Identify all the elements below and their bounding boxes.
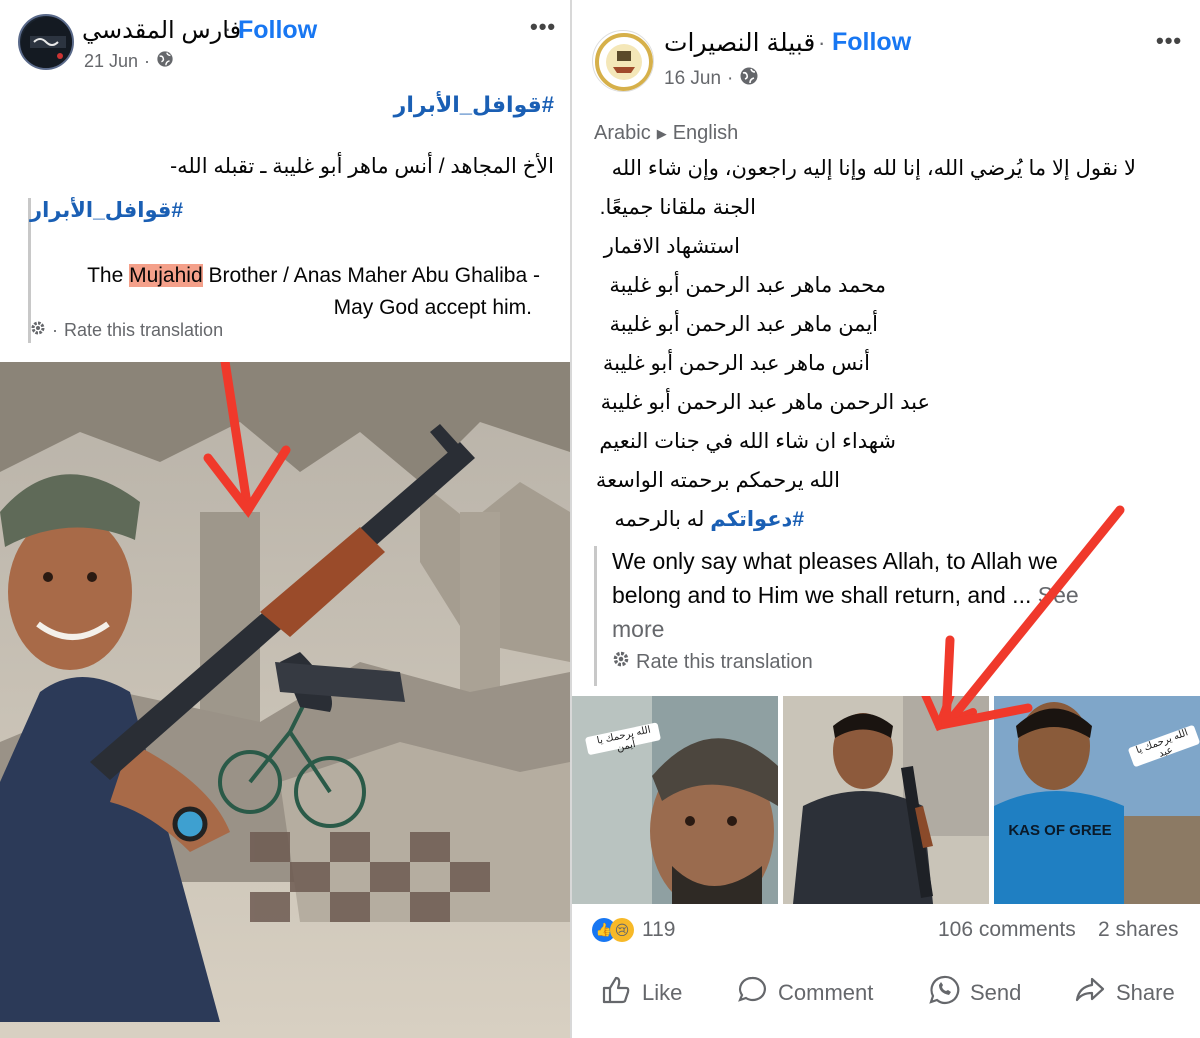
share-arrow-icon bbox=[1074, 974, 1106, 1012]
play-arrow-icon: ▶ bbox=[656, 125, 667, 141]
translation-text-pre: The bbox=[87, 264, 130, 287]
send-label[interactable]: Send bbox=[970, 980, 1021, 1006]
post-photo[interactable] bbox=[0, 362, 570, 1038]
post-line: محمد ماهر عبد الرحمن أبو غليبة bbox=[609, 274, 886, 297]
globe-icon bbox=[739, 66, 759, 92]
rate-translation-label[interactable]: Rate this translation bbox=[64, 320, 223, 341]
like-button[interactable]: Like bbox=[600, 974, 682, 1012]
sad-reaction-icon: 😢 bbox=[610, 918, 634, 942]
page-avatar[interactable] bbox=[592, 30, 654, 92]
post-line-last: #دعواتكم له بالرحمه bbox=[614, 507, 804, 532]
comment-button[interactable]: Comment bbox=[736, 974, 873, 1012]
gear-icon bbox=[30, 320, 46, 341]
like-label[interactable]: Like bbox=[642, 980, 682, 1006]
post-line: الله يرحمكم برحمته الواسعة bbox=[595, 469, 840, 492]
highlighted-word: Mujahid bbox=[129, 264, 203, 287]
see-more-link-cont[interactable]: more bbox=[612, 612, 1172, 646]
whatsapp-icon bbox=[928, 974, 960, 1012]
post-line: الجنة ملقانا جميعًا. bbox=[599, 196, 756, 219]
more-options-icon[interactable]: ••• bbox=[530, 14, 556, 40]
post-line: أيمن ماهر عبد الرحمن أبو غليبة bbox=[609, 313, 879, 336]
translation-line1: We only say what pleases Allah, to Allah… bbox=[612, 548, 1058, 574]
post-date[interactable]: 16 Jun bbox=[664, 68, 721, 90]
post-meta: 16 Jun · bbox=[664, 66, 759, 92]
thumbs-up-icon bbox=[600, 974, 632, 1012]
rate-translation[interactable]: Rate this translation bbox=[612, 650, 813, 674]
separator-dot: · bbox=[52, 320, 58, 340]
sweater-text: KAS OF GREE bbox=[1008, 822, 1112, 839]
separator-dot: · bbox=[727, 68, 734, 89]
send-button[interactable]: Send bbox=[928, 974, 1021, 1012]
gear-icon bbox=[612, 650, 630, 674]
more-options-icon[interactable]: ••• bbox=[1156, 28, 1182, 54]
post-date[interactable]: 21 Jun bbox=[84, 51, 138, 72]
post-meta: 21 Jun · bbox=[84, 50, 174, 73]
left-post: فارس المقدسي · Follow 21 Jun · ••• #قواف… bbox=[0, 0, 570, 1038]
shares-count[interactable]: 2 shares bbox=[1098, 918, 1179, 942]
translation-line2-wrap: belong and to Him we shall return, and .… bbox=[612, 578, 1172, 612]
reactions-summary[interactable]: 👍 😢 119 bbox=[592, 918, 675, 942]
post-line: استشهاد الاقمار bbox=[603, 235, 740, 258]
page-avatar[interactable] bbox=[18, 14, 74, 70]
follow-button[interactable]: Follow bbox=[832, 28, 911, 57]
right-post: قبيلة النصيرات · Follow 16 Jun · ••• Ara… bbox=[572, 0, 1200, 1038]
post-hashtag[interactable]: #دعواتكم bbox=[710, 508, 804, 531]
separator-dot: · bbox=[224, 16, 232, 41]
translation-line2: belong and to Him we shall return, and .… bbox=[612, 582, 1032, 608]
globe-icon bbox=[156, 50, 174, 73]
page-name[interactable]: قبيلة النصيرات bbox=[664, 28, 815, 58]
translation-bar bbox=[594, 546, 597, 686]
post-line: عبد الرحمن ماهر عبد الرحمن أبو غليبة bbox=[600, 391, 930, 414]
share-label[interactable]: Share bbox=[1116, 980, 1175, 1006]
language-toggle[interactable]: Arabic ▶ English bbox=[594, 122, 738, 145]
page-name[interactable]: فارس المقدسي bbox=[82, 16, 241, 45]
rate-translation-label[interactable]: Rate this translation bbox=[636, 651, 813, 674]
comment-icon bbox=[736, 974, 768, 1012]
lang-from[interactable]: Arabic bbox=[594, 122, 651, 145]
follow-button[interactable]: Follow bbox=[238, 16, 317, 45]
reaction-count[interactable]: 119 bbox=[642, 918, 675, 942]
lang-to[interactable]: English bbox=[673, 122, 739, 145]
post-line-last-text: له بالرحمه bbox=[614, 508, 711, 531]
rate-translation[interactable]: · Rate this translation bbox=[30, 320, 223, 341]
translation-text-post: Brother / Anas Maher Abu Ghaliba - bbox=[202, 264, 540, 287]
post-line: أنس ماهر عبد الرحمن أبو غليبة bbox=[602, 352, 870, 375]
post-photo-2[interactable] bbox=[783, 696, 989, 904]
comment-label[interactable]: Comment bbox=[778, 980, 873, 1006]
post-text: الأخ المجاهد / أنس ماهر أبو غليبة ـ تقبل… bbox=[170, 155, 554, 178]
separator-dot: · bbox=[144, 51, 151, 71]
post-line: شهداء ان شاء الله في جنات النعيم bbox=[599, 430, 896, 453]
share-button[interactable]: Share bbox=[1074, 974, 1175, 1012]
translation-text: The Mujahid Brother / Anas Maher Abu Gha… bbox=[40, 260, 540, 324]
translation-hashtag[interactable]: #قوافل_الأبرار bbox=[30, 198, 183, 223]
translation-text: We only say what pleases Allah, to Allah… bbox=[612, 544, 1172, 646]
post-line: لا نقول إلا ما يُرضي الله، إنا لله وإنا … bbox=[611, 157, 1136, 180]
separator-dot: · bbox=[818, 30, 826, 55]
post-photo-1[interactable]: الله يرحمك يا أيمن bbox=[572, 696, 778, 904]
post-hashtag[interactable]: #قوافل_الأبرار bbox=[394, 92, 554, 118]
see-more-link[interactable]: See bbox=[1038, 582, 1079, 608]
post-photo-3[interactable]: KAS OF GREE الله يرحمك يا عبد bbox=[994, 696, 1200, 904]
comments-count[interactable]: 106 comments bbox=[938, 918, 1076, 942]
